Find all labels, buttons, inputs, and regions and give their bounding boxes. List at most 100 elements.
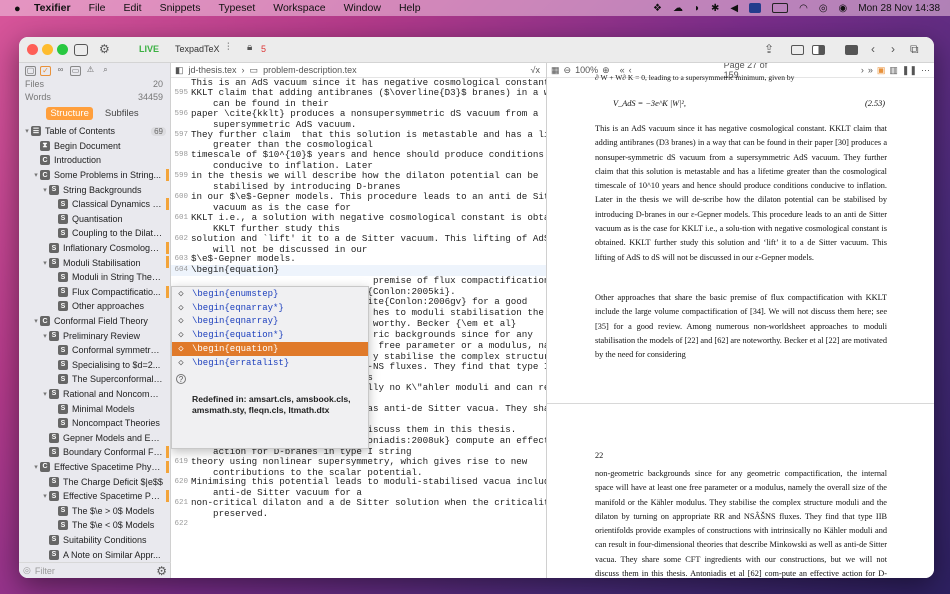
code-line[interactable]: preserved. xyxy=(171,509,546,519)
settings-sliders-icon[interactable]: ⫶ xyxy=(227,42,230,58)
sidebar-toggle-icon[interactable] xyxy=(74,44,88,56)
autocomplete-item[interactable]: ◇ \begin{eqnarray*} xyxy=(172,301,368,315)
outline-item[interactable]: S Inflationary Cosmology ... xyxy=(19,241,170,256)
outline-item[interactable]: S Moduli in String Theory xyxy=(19,270,170,285)
filter-input[interactable]: Filter xyxy=(35,566,55,576)
error-count[interactable]: 5 xyxy=(261,44,266,60)
checklist-tab-icon[interactable]: ✓ xyxy=(40,66,51,76)
outline-item[interactable]: ▾ S Preliminary Review xyxy=(19,328,170,343)
panel-icon[interactable]: ▥ xyxy=(889,65,898,76)
apple-menu-icon[interactable]: ● xyxy=(14,3,24,15)
files-tab-icon[interactable]: ▢ xyxy=(25,66,36,76)
code-text[interactable]: solution and `lift' it to a de Sitter va… xyxy=(191,233,546,245)
menu-edit[interactable]: Edit xyxy=(124,2,142,14)
menu-app-name[interactable]: Texifier xyxy=(34,2,71,14)
autocomplete-item[interactable]: ◇ \begin{enumstep} xyxy=(172,287,368,301)
folder-tab-icon[interactable]: ▭ xyxy=(70,66,81,76)
layout-editor-icon[interactable] xyxy=(791,45,804,55)
outline-item[interactable]: ▾ C Conformal Field Theory xyxy=(19,314,170,329)
outline-item[interactable]: S Flux Compactificatio... xyxy=(19,285,170,300)
thumbnails-icon[interactable]: ▦ xyxy=(551,65,560,76)
menu-workspace[interactable]: Workspace xyxy=(273,2,325,14)
back-icon[interactable]: ‹ xyxy=(871,42,875,58)
outline-item[interactable]: S Coupling to the Dilato... xyxy=(19,226,170,241)
math-preview-icon[interactable]: √x xyxy=(531,65,540,75)
outline-item[interactable]: S Gepner Models and Exa... xyxy=(19,430,170,445)
zoom-out-icon[interactable]: ⊖ xyxy=(564,65,572,76)
autocomplete-item[interactable]: ◇ \begin{equation} xyxy=(172,342,368,356)
outline-settings-icon[interactable]: ⚙ xyxy=(156,564,167,578)
outline-item[interactable]: ▾ C Effective Spacetime Physi... xyxy=(19,460,170,475)
outline-item[interactable]: S Quantisation xyxy=(19,212,170,227)
outline-item[interactable]: S Other approaches xyxy=(19,299,170,314)
outline-item[interactable]: ▾ S Moduli Stabilisation xyxy=(19,255,170,270)
autocomplete-item[interactable]: ◇ \begin{eqnarray} xyxy=(172,315,368,329)
code-line[interactable]: 622 xyxy=(171,519,546,530)
new-window-icon[interactable]: ⧉ xyxy=(910,42,919,58)
disclosure-chevron-icon[interactable]: ▾ xyxy=(32,317,40,325)
share-icon[interactable]: ⇪ xyxy=(764,42,774,58)
outline-item[interactable]: S A Note on Similar Appr... xyxy=(19,547,170,562)
outline-item[interactable]: S Suitability Conditions xyxy=(19,533,170,548)
outline-item[interactable]: S The $\e > 0$ Models xyxy=(19,503,170,518)
tab-structure[interactable]: Structure xyxy=(46,107,93,120)
disclosure-chevron-icon[interactable]: ▾ xyxy=(41,259,49,267)
outline-item[interactable]: S Minimal Models xyxy=(19,401,170,416)
bluetooth-icon[interactable]: ✱ xyxy=(711,3,719,14)
wifi-icon[interactable]: ◠ xyxy=(799,3,808,14)
outline-item[interactable]: S Classical Dynamics o... xyxy=(19,197,170,212)
outline-item[interactable]: ▾ S Effective Spacetime Ph... xyxy=(19,489,170,504)
code-text[interactable]: theory using nonlinear supersymmetry, wh… xyxy=(191,456,546,468)
disclosure-chevron-icon[interactable]: ▾ xyxy=(41,332,49,340)
siri-icon[interactable]: ◉ xyxy=(839,3,848,14)
outline-item[interactable]: ▾ S String Backgrounds xyxy=(19,182,170,197)
menu-snippets[interactable]: Snippets xyxy=(160,2,201,14)
links-tab-icon[interactable]: ∞ xyxy=(55,66,66,76)
outline-item[interactable]: S The Superconformal ... xyxy=(19,372,170,387)
outline-item[interactable]: S Conformal symmetry ... xyxy=(19,343,170,358)
code-line[interactable]: 619 theory using nonlinear supersymmetry,… xyxy=(171,456,546,468)
help-icon[interactable]: ? xyxy=(176,374,186,384)
menu-datetime[interactable]: Mon 28 Nov 14:38 xyxy=(858,3,940,14)
flag-icon[interactable] xyxy=(749,3,762,13)
outline-item[interactable]: ▾ ☰ Table of Contents 69 xyxy=(19,124,170,139)
pause-icon[interactable]: ❚❚ xyxy=(902,65,917,76)
outline-item[interactable]: S The Charge Deficit $|e$$ xyxy=(19,474,170,489)
layout-split-icon[interactable] xyxy=(812,45,825,55)
close-window-button[interactable] xyxy=(27,44,38,55)
disclosure-chevron-icon[interactable]: ▾ xyxy=(41,186,49,194)
autocomplete-item[interactable]: ◇ \begin{equation*} xyxy=(172,328,368,342)
lock-icon[interactable]: 🔒︎ xyxy=(247,42,252,58)
engine-selector[interactable]: TexpadTeX xyxy=(175,44,220,60)
minimize-window-button[interactable] xyxy=(42,44,53,55)
menu-typeset[interactable]: Typeset xyxy=(218,2,255,14)
breadcrumb-file[interactable]: problem-description.tex xyxy=(263,65,357,75)
more-icon[interactable]: ⋯ xyxy=(921,65,930,76)
warning-tab-icon[interactable]: ⚠ xyxy=(85,66,96,76)
breadcrumb-root[interactable]: jd-thesis.tex xyxy=(189,65,237,75)
tab-subfiles[interactable]: Subfiles xyxy=(101,107,143,120)
battery-icon[interactable] xyxy=(772,3,789,13)
outline-item[interactable]: ▾ C Some Problems in String... xyxy=(19,168,170,183)
code-text[interactable]: premise of flux compactification xyxy=(191,276,546,286)
code-text[interactable]: paper \cite{kklt} produces a nonsupersym… xyxy=(191,108,546,120)
disclosure-chevron-icon[interactable]: ▾ xyxy=(41,390,49,398)
cloud-icon[interactable]: ☁ xyxy=(673,3,683,14)
code-text[interactable] xyxy=(191,519,546,530)
code-line[interactable]: premise of flux compactification xyxy=(171,276,546,286)
disclosure-chevron-icon[interactable]: ▾ xyxy=(41,492,49,500)
code-line[interactable]: 602 solution and `lift' it to a de Sitter… xyxy=(171,233,546,245)
outline-item[interactable]: S The $\e < 0$ Models xyxy=(19,518,170,533)
menu-file[interactable]: File xyxy=(89,2,106,14)
volume-icon[interactable]: ◀ xyxy=(730,3,738,14)
outline-item[interactable]: S Specialising to $d=2... xyxy=(19,358,170,373)
layout-preview-icon[interactable] xyxy=(845,45,858,55)
gear-icon[interactable]: ⚙ xyxy=(99,42,110,58)
code-text[interactable]: preserved. xyxy=(191,509,546,519)
disclosure-chevron-icon[interactable]: ▾ xyxy=(32,463,40,471)
disclosure-chevron-icon[interactable]: ▾ xyxy=(32,171,40,179)
outline-item[interactable]: ▾ S Rational and Noncompa... xyxy=(19,387,170,402)
live-indicator[interactable]: LIVE xyxy=(139,44,159,60)
search-tab-icon[interactable]: ⌕ xyxy=(100,66,111,76)
dropbox-icon[interactable]: ❖ xyxy=(653,3,662,14)
